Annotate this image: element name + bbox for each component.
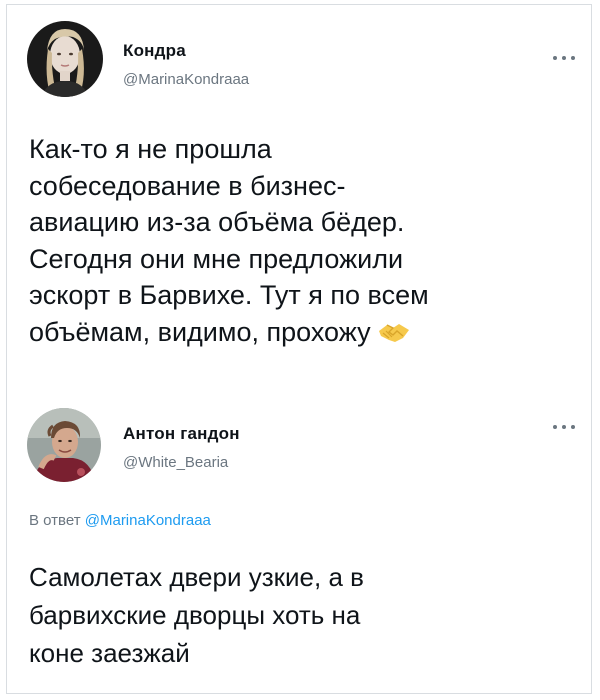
more-options-icon[interactable] [553,53,575,63]
author-display-name[interactable]: Антон гандон [123,424,240,444]
handshake-icon [377,318,411,344]
tweet-text: Как-то я не прошла собеседование в бизне… [29,131,571,350]
tweet-line: объёмам, видимо, прохожу [29,316,371,347]
author-handle[interactable]: @MarinaKondraaa [123,71,249,88]
tweet-line: Сегодня они мне предложили [29,243,404,274]
tweet-line: Самолетах двери узкие, а в [29,562,364,592]
tweet-line: барвихские дворцы хоть на [29,600,361,630]
reply-tweet: Антон гандон @White_Bearia В ответ @Mari… [7,400,591,695]
tweet-line: эскорт в Барвихе. Тут я по всем [29,280,429,310]
tweet-line: авиацию из-за объёма бёдер. [29,207,405,237]
tweet-line: собеседование в бизнес- [29,170,346,201]
tweet-text: Самолетах двери узкие, а в барвихские дв… [29,558,571,672]
tweet-line: Как-то я не прошла [29,134,272,164]
original-tweet: Кондра @MarinaKondraaa Как-то я не прошл… [7,15,591,400]
avatar-image [27,408,101,482]
more-options-icon[interactable] [553,422,575,432]
reply-to-prefix: В ответ [29,512,81,529]
author-display-name[interactable]: Кондра [123,41,186,61]
author-handle[interactable]: @White_Bearia [123,454,228,471]
tweet-thread: Кондра @MarinaKondraaa Как-то я не прошл… [6,4,592,694]
reply-to-label: В ответ @MarinaKondraaa [29,512,211,529]
avatar[interactable] [27,408,101,482]
tweet-line: коне заезжай [29,638,190,668]
reply-to-mention[interactable]: @MarinaKondraaa [85,512,211,529]
avatar-image [27,21,103,97]
avatar[interactable] [27,21,103,97]
